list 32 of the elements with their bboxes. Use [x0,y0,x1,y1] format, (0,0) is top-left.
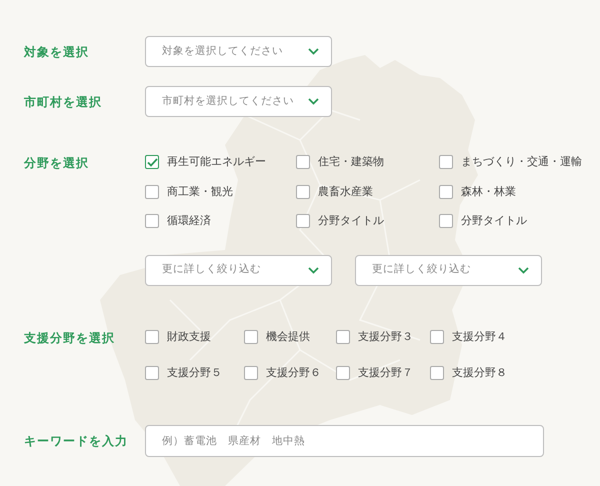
chevron-icon [308,266,319,274]
dropdown[interactable]: 更に詳しく絞り込む [145,254,332,286]
checkbox-option[interactable]: 支援分野４ [430,328,530,345]
chevron-icon [308,98,319,105]
field-label: 市町村を選択 [24,94,103,110]
field-label: キーワードを入力 [24,432,129,450]
checkbox-option[interactable]: 森林・林業 [439,184,589,200]
field-label: 分野を選択 [24,155,90,172]
field-label: 対象を選択 [24,44,90,60]
checkbox-option[interactable]: 支援分野８ [430,365,530,382]
checkbox-option[interactable]: 農畜水産業 [296,184,439,200]
checkbox-option[interactable]: 支援分野７ [336,365,430,382]
dropdown[interactable]: 市町村を選択してください [145,86,332,117]
chevron-icon [308,48,319,55]
checkbox-option[interactable]: 分野タイトル [439,213,589,230]
checkbox-option[interactable]: 分野タイトル [296,213,439,230]
checkbox-option[interactable]: まちづくり・交通・運輸 [439,154,589,170]
checkbox-option[interactable]: 支援分野５ [145,365,244,382]
checkbox-option[interactable]: 支援分野６ [244,365,336,382]
keyword-input[interactable]: 例）蓄電池 県産材 地中熱 [145,424,544,456]
checkbox-option[interactable]: 再生可能エネルギー [145,154,296,170]
checkbox-option[interactable]: 住宅・建築物 [296,154,439,170]
field-label: 支援分野を選択 [24,330,116,346]
checkbox-option[interactable]: 循環経済 [145,213,296,230]
dropdown[interactable]: 対象を選択してください [145,36,332,67]
checkbox-option[interactable]: 支援分野３ [336,328,430,345]
checkbox-option[interactable]: 機会提供 [244,328,336,345]
dropdown[interactable]: 更に詳しく絞り込む [355,254,542,286]
checkmark-icon [146,158,158,167]
chevron-icon [518,266,529,274]
checkbox-option[interactable]: 商工業・観光 [145,184,296,200]
checkbox-option[interactable]: 財政支援 [145,328,244,345]
